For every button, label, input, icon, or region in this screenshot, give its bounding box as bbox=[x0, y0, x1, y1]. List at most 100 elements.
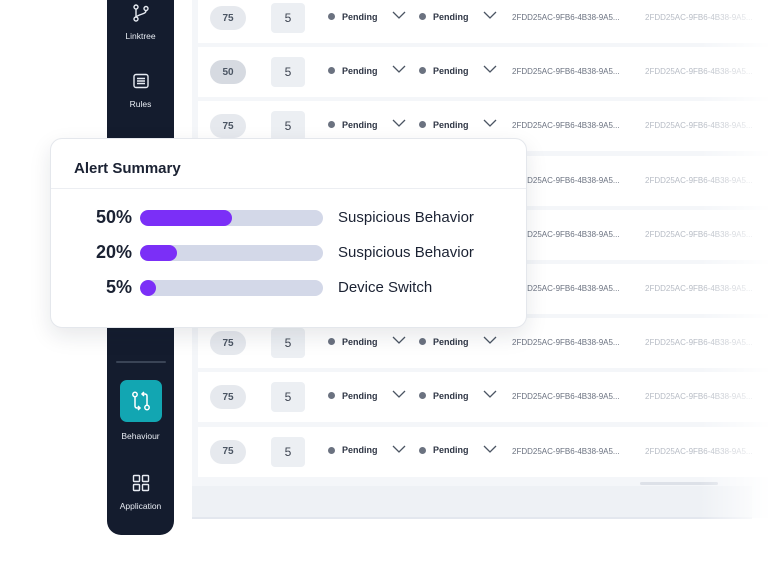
progress-track bbox=[140, 280, 323, 296]
sidebar-item-rules[interactable]: Rules bbox=[107, 72, 174, 109]
progress-fill bbox=[140, 245, 177, 261]
alert-type-label: Suspicious Behavior bbox=[338, 244, 474, 261]
alert-percent: 20% bbox=[95, 242, 132, 262]
status-dot bbox=[419, 446, 426, 454]
chevron-down-icon bbox=[392, 119, 405, 128]
sidebar-item-label: Behaviour bbox=[121, 431, 160, 441]
list-box-icon bbox=[132, 73, 149, 89]
status-dot bbox=[419, 13, 426, 20]
status-dropdown[interactable]: Pending bbox=[328, 65, 406, 76]
status-label: Pending bbox=[342, 65, 378, 76]
chevron-down-icon bbox=[483, 336, 496, 345]
status-dot bbox=[328, 121, 335, 129]
status-dot bbox=[419, 121, 426, 129]
alert-percent: 5% bbox=[105, 277, 132, 297]
status-dropdown[interactable]: Pending bbox=[419, 119, 497, 130]
risk-score-badge: 75 bbox=[210, 439, 246, 464]
status-dot bbox=[328, 338, 335, 346]
status-dropdown[interactable]: Pending bbox=[328, 445, 406, 456]
status-label: Pending bbox=[342, 119, 378, 130]
alert-summary-row: 20% Suspicious Behavior bbox=[51, 241, 526, 265]
sidebar-item-behaviour[interactable]: Behaviour bbox=[107, 380, 174, 441]
session-id: 2FDD25AC-9FB6-4B38-9A5... bbox=[512, 446, 620, 456]
status-label: Pending bbox=[433, 119, 469, 130]
status-label: Pending bbox=[433, 65, 469, 76]
device-id: 2FDD25AC-9FB6-4B38-9A5... bbox=[645, 392, 753, 402]
sidebar-divider bbox=[116, 361, 166, 363]
status-label: Pending bbox=[342, 11, 378, 22]
alert-type-label: Suspicious Behavior bbox=[338, 209, 474, 226]
horizontal-scrollbar[interactable] bbox=[640, 482, 718, 485]
card-title: Alert Summary bbox=[74, 160, 181, 177]
chevron-down-icon bbox=[483, 11, 496, 19]
table-row[interactable]: 75 5 Pending Pending 2FDD25AC-9FB6-4B38-9A5.… bbox=[198, 0, 768, 43]
status-dropdown[interactable]: Pending bbox=[419, 336, 497, 347]
status-label: Pending bbox=[433, 11, 469, 22]
session-id: 2FDD25AC-9FB6-4B38-9A5... bbox=[512, 338, 620, 348]
status-dot bbox=[328, 67, 335, 75]
sidebar-item-linktree[interactable]: Linktree bbox=[107, 4, 174, 41]
grid-icon bbox=[132, 474, 149, 492]
alert-count: 5 bbox=[271, 111, 305, 142]
git-compare-icon bbox=[131, 391, 150, 411]
session-id: 2FDD25AC-9FB6-4B38-9A5... bbox=[512, 392, 620, 402]
device-id: 2FDD25AC-9FB6-4B38-9A5... bbox=[645, 67, 753, 77]
alert-count: 5 bbox=[271, 3, 305, 33]
status-dropdown[interactable]: Pending bbox=[419, 11, 497, 22]
status-label: Pending bbox=[342, 336, 378, 347]
status-dropdown[interactable]: Pending bbox=[419, 390, 497, 401]
chevron-down-icon bbox=[483, 65, 496, 74]
status-dot bbox=[328, 446, 335, 454]
table-row[interactable]: 75 5 Pending Pending 2FDD25AC-9FB6-4B38-9A5.… bbox=[198, 372, 768, 423]
chevron-down-icon bbox=[392, 336, 405, 345]
status-dropdown[interactable]: Pending bbox=[328, 11, 406, 22]
risk-score-badge: 75 bbox=[210, 331, 246, 356]
risk-score-badge: 75 bbox=[210, 385, 246, 410]
session-id: 2FDD25AC-9FB6-4B38-9A5... bbox=[512, 13, 620, 22]
alert-type-label: Device Switch bbox=[338, 279, 433, 296]
status-label: Pending bbox=[433, 445, 469, 455]
device-id: 2FDD25AC-9FB6-4B38-9A5... bbox=[645, 283, 753, 293]
alert-summary-row: 50% Suspicious Behavior bbox=[51, 206, 526, 230]
session-id: 2FDD25AC-9FB6-4B38-9A5... bbox=[512, 175, 620, 185]
chevron-down-icon bbox=[392, 445, 405, 453]
sidebar-item-application[interactable]: Application bbox=[107, 474, 174, 511]
status-dropdown[interactable]: Pending bbox=[328, 119, 406, 130]
git-branch-icon bbox=[132, 4, 149, 22]
table-row[interactable]: 50 5 Pending Pending 2FDD25AC-9FB6-4B38-9A5.… bbox=[198, 47, 768, 98]
status-dot bbox=[328, 13, 335, 20]
alert-percent: 50% bbox=[95, 207, 132, 227]
table-row[interactable]: 75 5 Pending Pending 2FDD25AC-9FB6-4B38-9A5.… bbox=[198, 426, 768, 477]
alert-count: 5 bbox=[271, 328, 305, 359]
alert-count: 5 bbox=[271, 57, 305, 88]
session-id: 2FDD25AC-9FB6-4B38-9A5... bbox=[512, 229, 620, 239]
risk-score-badge: 50 bbox=[210, 60, 246, 85]
sidebar-item-label: Linktree bbox=[125, 31, 156, 41]
alert-count: 5 bbox=[271, 436, 305, 467]
chevron-down-icon bbox=[392, 390, 405, 399]
device-id: 2FDD25AC-9FB6-4B38-9A5... bbox=[645, 175, 753, 185]
risk-score-badge: 75 bbox=[210, 114, 246, 139]
status-label: Pending bbox=[433, 336, 469, 347]
table-bottom-border bbox=[192, 517, 752, 519]
chevron-down-icon bbox=[392, 65, 405, 74]
chevron-down-icon bbox=[483, 445, 496, 453]
progress-track bbox=[140, 245, 323, 261]
sidebar-item-label: Application bbox=[119, 501, 162, 511]
progress-track bbox=[140, 210, 323, 226]
alert-count: 5 bbox=[271, 382, 305, 413]
status-dropdown[interactable]: Pending bbox=[419, 65, 497, 76]
status-dropdown[interactable]: Pending bbox=[419, 445, 497, 456]
card-divider bbox=[51, 188, 526, 189]
session-id: 2FDD25AC-9FB6-4B38-9A5... bbox=[512, 283, 620, 293]
session-id: 2FDD25AC-9FB6-4B38-9A5... bbox=[512, 67, 620, 77]
status-dropdown[interactable]: Pending bbox=[328, 390, 406, 401]
device-id: 2FDD25AC-9FB6-4B38-9A5... bbox=[645, 338, 753, 348]
device-id: 2FDD25AC-9FB6-4B38-9A5... bbox=[645, 13, 753, 22]
alert-summary-card: Alert Summary 50% Suspicious Behavior 20… bbox=[50, 138, 527, 328]
status-dropdown[interactable]: Pending bbox=[328, 336, 406, 347]
progress-fill bbox=[140, 280, 156, 296]
sidebar-item-label: Rules bbox=[129, 99, 152, 109]
app-screen: 75 5 Pending Pending 2FDD25AC-9FB6-4B38-9A5.… bbox=[0, 0, 768, 576]
active-nav-tile bbox=[119, 380, 162, 422]
